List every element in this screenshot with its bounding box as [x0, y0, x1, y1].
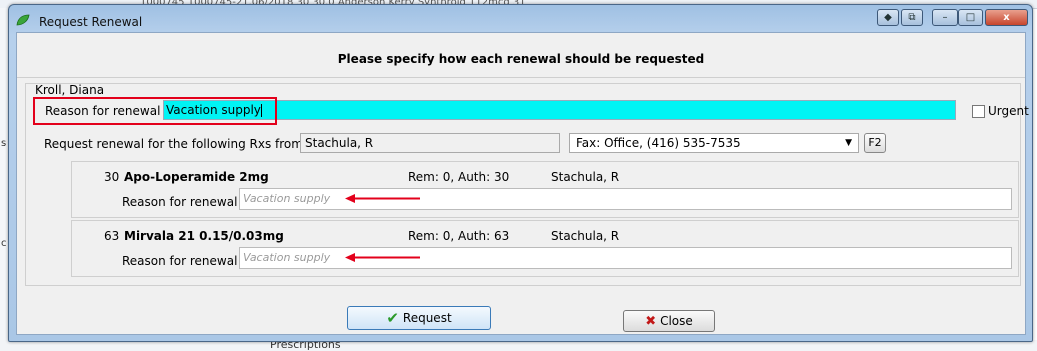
rx-reason-label: Reason for renewal — [122, 195, 238, 209]
prescription-item: 63 Mirvala 21 0.15/0.03mg Rem: 0, Auth: … — [71, 220, 1019, 277]
close-window-button[interactable]: x — [985, 9, 1028, 26]
rx-prescriber: Stachula, R — [551, 170, 620, 184]
dock-button[interactable]: ⧉ — [901, 9, 923, 26]
checkmark-icon: ✔ — [386, 309, 399, 327]
prescription-item: 30 Apo-Loperamide 2mg Rem: 0, Auth: 30 S… — [71, 161, 1019, 218]
dock-icon: ⧉ — [908, 12, 916, 23]
dialog-body: Please specify how each renewal should b… — [16, 32, 1029, 335]
urgent-checkbox[interactable]: Urgent — [972, 104, 1029, 118]
patient-name: Kroll, Diana — [35, 83, 105, 97]
fax-value: Fax: Office, (416) 535-7535 — [576, 136, 741, 150]
divider — [17, 77, 1025, 78]
back-button[interactable]: ◆ — [877, 9, 899, 26]
rx-prescriber: Stachula, R — [551, 229, 620, 243]
x-icon: ✖ — [645, 313, 657, 329]
rx-reason-label: Reason for renewal — [122, 254, 238, 268]
close-label: Close — [660, 314, 693, 328]
rx-remaining-authorized: Rem: 0, Auth: 63 — [408, 229, 510, 243]
request-label: Request — [402, 311, 452, 325]
request-button[interactable]: ✔ Request — [347, 306, 491, 330]
rx-drug-name: Apo-Loperamide 2mg — [124, 170, 269, 184]
chevron-down-icon: ▼ — [845, 138, 852, 148]
f2-button[interactable]: F2 — [864, 133, 886, 153]
rx-remaining-authorized: Rem: 0, Auth: 30 — [408, 170, 510, 184]
maximize-button[interactable]: □ — [958, 9, 983, 26]
window-title: Request Renewal — [39, 15, 143, 29]
minimize-icon: – — [942, 12, 948, 23]
red-arrow-icon — [345, 253, 420, 262]
minimize-button[interactable]: – — [932, 9, 958, 26]
red-arrow-icon — [345, 194, 420, 203]
f2-label: F2 — [868, 136, 882, 149]
rx-reason-placeholder: Vacation supply — [243, 192, 331, 205]
fax-dropdown[interactable]: Fax: Office, (416) 535-7535 ▼ — [569, 133, 859, 153]
checkbox-icon[interactable] — [972, 104, 985, 118]
prescriber-value: Stachula, R — [305, 136, 374, 150]
leaf-icon — [16, 14, 30, 26]
rx-quantity: 63 — [104, 229, 120, 243]
reason-for-renewal-input[interactable]: Vacation supply — [163, 100, 956, 120]
title-bar[interactable]: Request Renewal ◆ ⧉ – □ x — [9, 5, 1032, 31]
maximize-icon: □ — [965, 12, 976, 23]
close-icon: x — [1003, 12, 1010, 23]
rx-reason-placeholder: Vacation supply — [243, 251, 331, 264]
request-renewal-dialog: Request Renewal ◆ ⧉ – □ x Please specify… — [8, 4, 1033, 342]
rx-from-label: Request renewal for the following Rxs fr… — [44, 137, 303, 151]
close-button[interactable]: ✖ Close — [623, 310, 715, 332]
annotation-highlight-box — [33, 97, 277, 125]
rx-drug-name: Mirvala 21 0.15/0.03mg — [124, 229, 284, 243]
urgent-label: Urgent — [988, 104, 1029, 118]
prescriber-field[interactable]: Stachula, R — [300, 133, 560, 153]
dialog-heading: Please specify how each renewal should b… — [337, 52, 705, 66]
diamond-icon: ◆ — [884, 12, 892, 23]
rx-quantity: 30 — [104, 170, 120, 184]
